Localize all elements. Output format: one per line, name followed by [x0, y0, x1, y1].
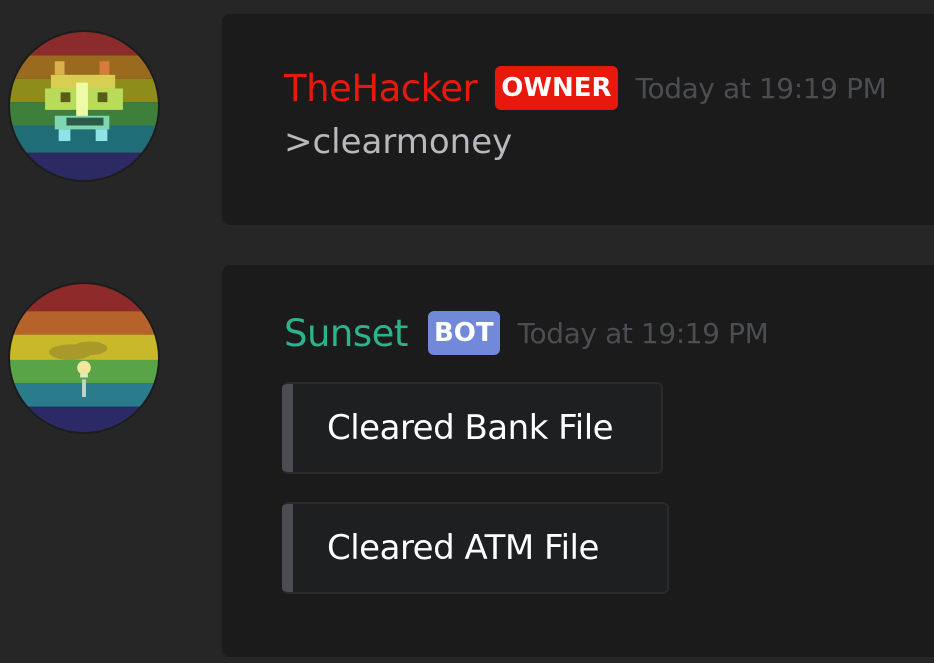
- avatar[interactable]: [8, 30, 160, 182]
- embed-text: Cleared ATM File: [327, 528, 599, 568]
- message-card: TheHacker OWNER Today at 19:19 PM >clear…: [222, 14, 934, 225]
- embed-accent-bar: [282, 504, 293, 592]
- message-card: Sunset BOT Today at 19:19 PM Cleared Ban…: [222, 265, 934, 657]
- pixel-space-invader-icon: [10, 32, 158, 180]
- timestamp: Today at 19:19 PM: [517, 316, 769, 350]
- message-header: Sunset BOT Today at 19:19 PM: [284, 311, 769, 355]
- owner-badge: OWNER: [495, 66, 618, 110]
- message-header: TheHacker OWNER Today at 19:19 PM: [284, 66, 887, 110]
- timestamp: Today at 19:19 PM: [635, 71, 887, 105]
- avatar[interactable]: [8, 282, 160, 434]
- embed-accent-bar: [282, 384, 293, 472]
- message-text: >clearmoney: [284, 122, 513, 162]
- embed-text: Cleared Bank File: [327, 408, 614, 448]
- embed: Cleared ATM File: [282, 502, 669, 594]
- username[interactable]: Sunset: [284, 312, 408, 355]
- rainbow-sunset-icon: [10, 284, 158, 432]
- embed: Cleared Bank File: [282, 382, 663, 474]
- chat-log: TheHacker OWNER Today at 19:19 PM >clear…: [0, 0, 934, 663]
- username[interactable]: TheHacker: [284, 67, 478, 110]
- bot-badge: BOT: [427, 311, 500, 355]
